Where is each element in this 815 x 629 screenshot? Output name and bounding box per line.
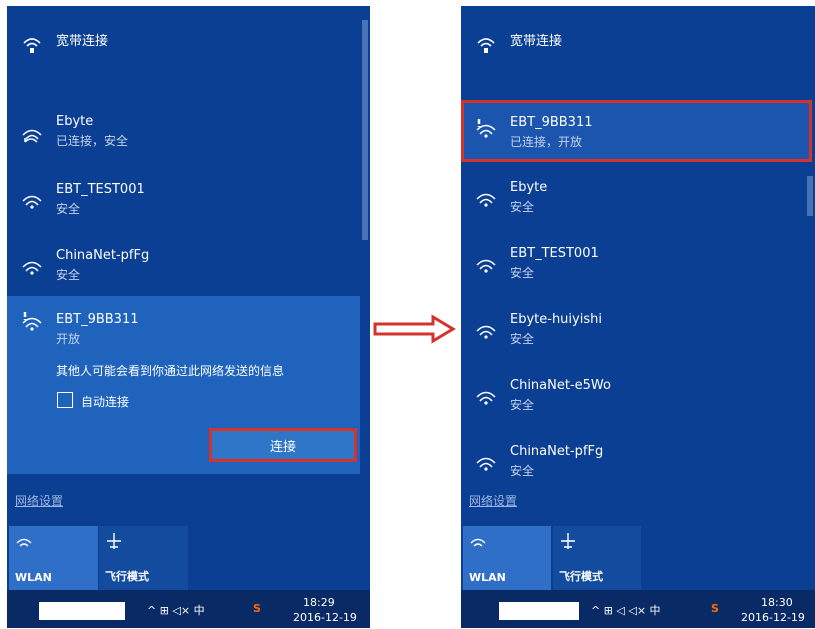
taskbar-search-box[interactable] <box>499 602 579 620</box>
wlan-label: WLAN <box>469 571 506 584</box>
taskbar: ^ ⊞ ◁ ◁× 中 S 18:30 2016-12-19 <box>461 590 815 628</box>
clock-time[interactable]: 18:30 <box>761 596 793 609</box>
scrollbar-thumb[interactable] <box>362 20 368 240</box>
network-name: EBT_9BB311 <box>510 115 593 130</box>
broadband-icon <box>477 38 495 53</box>
scrollbar[interactable] <box>360 6 370 484</box>
network-item-ebt-test001[interactable]: EBT_TEST001 安全 <box>7 168 357 230</box>
scrollbar-thumb[interactable] <box>807 176 813 216</box>
network-item-chinanet-pffg[interactable]: ChinaNet-pfFg 安全 <box>461 432 805 494</box>
network-status: 已连接，安全 <box>56 134 129 148</box>
network-name: Ebyte-huiyishi <box>510 312 602 327</box>
wifi-warning-icon <box>22 312 42 331</box>
wifi-icon <box>476 325 496 339</box>
wifi-icon <box>476 457 496 471</box>
network-item-ebyte-huiyishi[interactable]: Ebyte-huiyishi 安全 <box>461 300 805 362</box>
clock-time[interactable]: 18:29 <box>303 596 335 609</box>
airplane-mode-tile[interactable]: 飞行模式 <box>99 526 188 590</box>
wifi-icon <box>22 195 42 209</box>
tray-icons[interactable]: ^ ⊞ ◁× 中 <box>147 602 205 618</box>
network-status: 安全 <box>56 202 81 216</box>
network-item-ebyte[interactable]: Ebyte 已连接，安全 <box>7 102 357 164</box>
network-status: 安全 <box>510 332 535 346</box>
wlan-label: WLAN <box>15 571 52 584</box>
clock-date[interactable]: 2016-12-19 <box>293 611 357 624</box>
security-warning: 其他人可能会看到你通过此网络发送的信息 <box>56 364 285 378</box>
sogou-icon[interactable]: S <box>253 602 261 615</box>
broadband-label: 宽带连接 <box>510 34 563 49</box>
network-status: 安全 <box>510 200 535 214</box>
airplane-label: 飞行模式 <box>559 570 603 583</box>
taskbar: ^ ⊞ ◁× 中 S 18:29 2016-12-19 <box>7 590 370 628</box>
wifi-icon <box>16 538 32 547</box>
network-status: 安全 <box>56 268 81 282</box>
network-item-chinanet-pffg[interactable]: ChinaNet-pfFg 安全 <box>7 234 357 296</box>
network-settings-link[interactable]: 网络设置 <box>469 492 517 509</box>
network-name: ChinaNet-e5Wo <box>510 378 611 393</box>
network-name: EBT_TEST001 <box>56 182 145 197</box>
network-status: 安全 <box>510 266 535 280</box>
network-name: Ebyte <box>56 114 94 129</box>
scrollbar[interactable] <box>805 6 815 484</box>
network-name: ChinaNet-pfFg <box>510 444 604 459</box>
broadband-connection[interactable]: 宽带连接 <box>7 16 357 78</box>
broadband-connection[interactable]: 宽带连接 <box>461 16 805 78</box>
wifi-warning-icon <box>476 119 496 138</box>
auto-connect-label: 自动连接 <box>81 395 130 409</box>
network-name: EBT_TEST001 <box>510 246 599 261</box>
network-settings-link[interactable]: 网络设置 <box>15 492 63 509</box>
network-item-chinanet-e5wo[interactable]: ChinaNet-e5Wo 安全 <box>461 366 805 428</box>
connect-button[interactable]: 连接 <box>209 428 357 462</box>
auto-connect-checkbox[interactable] <box>57 392 73 408</box>
airplane-label: 飞行模式 <box>105 570 149 583</box>
network-status: 安全 <box>510 464 535 478</box>
network-name: ChinaNet-pfFg <box>56 248 150 263</box>
network-item-ebt-test001[interactable]: EBT_TEST001 安全 <box>461 234 805 296</box>
clock-date[interactable]: 2016-12-19 <box>741 611 805 624</box>
sogou-icon[interactable]: S <box>711 602 719 615</box>
network-name: Ebyte <box>510 180 548 195</box>
broadband-icon <box>23 38 41 53</box>
network-status: 已连接，开放 <box>510 135 583 149</box>
tray-icons[interactable]: ^ ⊞ ◁ ◁× 中 <box>591 602 661 618</box>
wifi-icon <box>476 259 496 273</box>
network-item-ebt-9bb311-expanded[interactable]: EBT_9BB311 开放 其他人可能会看到你通过此网络发送的信息 自动连接 连… <box>7 296 360 474</box>
network-flyout-before: 宽带连接 Ebyte 已连接，安全 EBT_TEST001 安全 ChinaNe… <box>7 6 370 628</box>
wlan-toggle-tile[interactable]: WLAN <box>9 526 98 590</box>
arrow-right-icon <box>373 314 456 344</box>
wifi-icon <box>470 538 486 547</box>
network-name: EBT_9BB311 <box>56 312 139 327</box>
wifi-icon <box>22 129 42 143</box>
network-status: 安全 <box>510 398 535 412</box>
wlan-toggle-tile[interactable]: WLAN <box>463 526 551 590</box>
airplane-mode-tile[interactable]: 飞行模式 <box>553 526 641 590</box>
broadband-label: 宽带连接 <box>56 34 109 49</box>
airplane-icon <box>561 533 575 549</box>
network-status: 开放 <box>56 332 81 346</box>
wifi-icon <box>22 261 42 275</box>
network-item-ebyte[interactable]: Ebyte 安全 <box>461 168 805 230</box>
airplane-icon <box>107 533 121 549</box>
network-item-ebt-9bb311-connected[interactable]: EBT_9BB311 已连接，开放 <box>461 100 812 162</box>
network-flyout-after: 宽带连接 EBT_9BB311 已连接，开放 Ebyte 安全 EBT_TEST… <box>461 6 815 628</box>
wifi-icon <box>476 193 496 207</box>
wifi-icon <box>476 391 496 405</box>
taskbar-search-box[interactable] <box>39 602 125 620</box>
